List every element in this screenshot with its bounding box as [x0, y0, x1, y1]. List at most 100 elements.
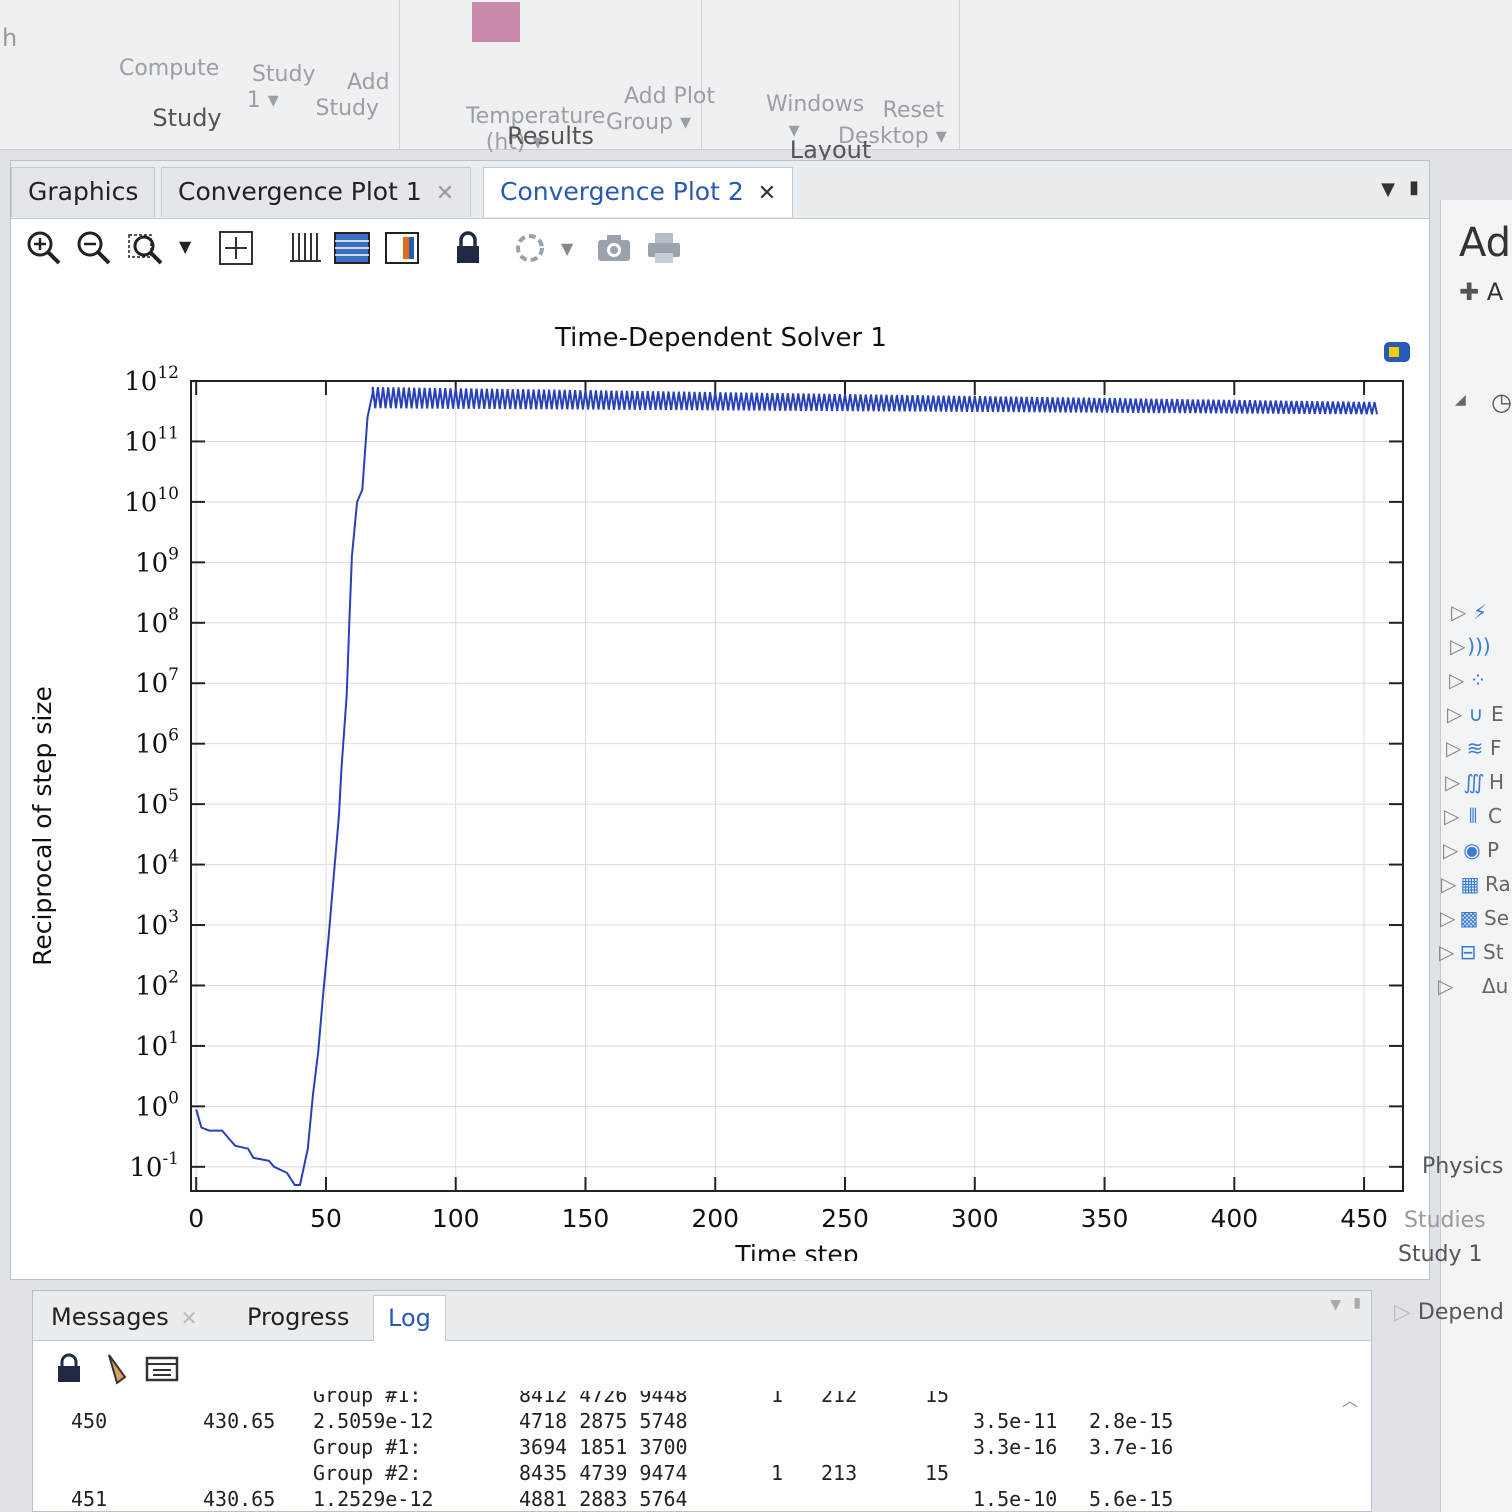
- print-icon[interactable]: [645, 229, 683, 267]
- add-physics-button[interactable]: ✚ A: [1459, 278, 1503, 306]
- pin-icon[interactable]: ▮: [1353, 1295, 1361, 1311]
- log-cell: 430.65: [203, 1487, 276, 1511]
- table-icon[interactable]: [333, 229, 371, 267]
- grid-icon[interactable]: [287, 229, 325, 267]
- side-item-particles[interactable]: ▷ ⁘: [1449, 668, 1512, 698]
- close-icon[interactable]: ✕: [436, 181, 454, 206]
- x-tick-label: 350: [1081, 1204, 1129, 1233]
- panel-menu-icon[interactable]: ▼: [1330, 1297, 1341, 1313]
- add-study-button[interactable]: Add Study: [305, 44, 390, 148]
- y-tick-label: 108: [135, 605, 179, 639]
- tab-messages[interactable]: Messages ✕: [37, 1295, 211, 1341]
- refresh-icon[interactable]: [511, 229, 549, 267]
- compute-button[interactable]: Compute: [77, 30, 219, 108]
- log-cell: 1.2529e-12: [313, 1487, 434, 1511]
- clear-icon[interactable]: [105, 1353, 133, 1385]
- zoom-in-icon[interactable]: [25, 229, 63, 267]
- log-cell: 4881 2883 5764: [519, 1487, 688, 1511]
- expand-icon[interactable]: ▷: [1438, 974, 1453, 998]
- ribbon-group-label-study: Study: [152, 104, 222, 132]
- zoom-box-icon[interactable]: [127, 229, 165, 267]
- log-row: 450 430.65 2.5059e-12 4718 2875 5748 3.5e-11…: [63, 1409, 1343, 1435]
- tab-log[interactable]: Log: [373, 1295, 446, 1341]
- side-item-optics[interactable]: ▷ ⦀ C: [1444, 804, 1512, 834]
- side-item-acoustics[interactable]: ▷))): [1450, 634, 1512, 664]
- y-tick-label: 109: [135, 544, 179, 578]
- side-item-label: F: [1490, 736, 1502, 760]
- tab-progress[interactable]: Progress: [233, 1295, 363, 1341]
- side-item-label: Se: [1484, 906, 1509, 930]
- acoustics-icon: ))): [1467, 634, 1491, 658]
- log-cell: 15: [925, 1461, 950, 1485]
- plot-toolbar: ▼ ▼: [11, 219, 1429, 277]
- side-item-semiconductor[interactable]: ▷ ▩ Se: [1440, 906, 1512, 936]
- close-icon[interactable]: ✕: [758, 181, 776, 206]
- pin-icon[interactable]: ▮: [1409, 177, 1419, 198]
- log-cell: Group #1:: [313, 1391, 422, 1407]
- flow-icon: ≋: [1466, 736, 1484, 760]
- expand-icon[interactable]: ▷: [1439, 940, 1454, 964]
- optics-icon: ⦀: [1468, 804, 1478, 828]
- expand-icon[interactable]: ▷: [1445, 770, 1460, 794]
- side-item-math[interactable]: ▷ Δu M: [1438, 974, 1510, 1004]
- expand-icon[interactable]: ▷: [1443, 838, 1458, 862]
- side-item-electric[interactable]: ▷ ⚡: [1451, 600, 1512, 630]
- camera-icon[interactable]: [595, 229, 633, 267]
- side-item-structure[interactable]: ▷ ⊟ St: [1439, 940, 1511, 970]
- panel-menu-icon[interactable]: ▼: [1381, 179, 1395, 200]
- dependent-item[interactable]: ▷ Depend: [1394, 1300, 1510, 1325]
- expand-icon[interactable]: ▷: [1440, 906, 1455, 930]
- expand-icon[interactable]: ▷: [1450, 634, 1465, 658]
- log-tab-bar: Messages ✕ Progress Log ▼ ▮: [33, 1291, 1371, 1341]
- convergence-chart[interactable]: 1012 1011 1010 109 108 107 106 105 104 103 102 101 1…: [11, 361, 1431, 1261]
- side-item-label: E: [1491, 702, 1504, 726]
- log-cell: 1.5e-10: [973, 1487, 1058, 1511]
- series-line: [195, 386, 1378, 1186]
- expand-icon[interactable]: ▷: [1451, 600, 1466, 624]
- side-item-label: C: [1488, 804, 1502, 828]
- log-cell: 3694 1851 3700: [519, 1435, 688, 1459]
- dropdown-icon[interactable]: ▼: [179, 237, 191, 256]
- x-tick-label: 50: [310, 1204, 342, 1233]
- lock-icon[interactable]: [55, 1353, 83, 1383]
- expand-icon[interactable]: ▷: [1449, 668, 1464, 692]
- physics-interfaces-label: Physics in: [1422, 1154, 1512, 1179]
- y-tick-label: 107: [135, 665, 179, 699]
- y-tick-label: 101: [135, 1028, 179, 1062]
- zoom-out-icon[interactable]: [75, 229, 113, 267]
- ribbon-toolbar: h Compute Study 1 ▾ Add Study Study Temp…: [0, 0, 1512, 164]
- plot-frame: [190, 380, 1404, 1192]
- tab-graphics[interactable]: Graphics: [11, 167, 156, 217]
- study-1-item[interactable]: Study 1: [1398, 1242, 1512, 1267]
- side-item-label: Δu M: [1482, 974, 1510, 998]
- y-tick-label: 100: [135, 1088, 179, 1122]
- plasma-icon: ◉: [1463, 838, 1481, 862]
- x-axis-label: Time step: [734, 1240, 858, 1261]
- side-item-plasma[interactable]: ▷ ◉ P: [1443, 838, 1512, 868]
- ribbon-group-results: Temperature (ht) ▾ Add Plot Group ▾ Resu…: [400, 0, 715, 155]
- expand-icon[interactable]: ▷: [1441, 872, 1456, 896]
- side-item-radio[interactable]: ▷ ▦ Ra: [1441, 872, 1512, 902]
- side-item-flow[interactable]: ▷ ≋ F: [1446, 736, 1512, 766]
- close-icon[interactable]: ✕: [181, 1306, 198, 1330]
- y-tick-label: 103: [135, 907, 179, 941]
- expand-icon[interactable]: ▷: [1446, 736, 1461, 760]
- collapse-icon[interactable]: ◢: [1455, 392, 1466, 408]
- side-item-magnet[interactable]: ▷ ∪ E: [1447, 702, 1512, 732]
- radio-icon: ▦: [1460, 872, 1480, 896]
- zoom-extents-icon[interactable]: [217, 229, 255, 267]
- tab-convergence-plot-1[interactable]: Convergence Plot 1 ✕: [161, 167, 472, 217]
- y-tick-label: 1011: [124, 423, 179, 457]
- expand-icon[interactable]: ▷: [1444, 804, 1459, 828]
- expand-icon[interactable]: ▷: [1447, 702, 1462, 726]
- dropdown-icon[interactable]: ▼: [561, 239, 573, 258]
- log-window-icon[interactable]: [145, 1355, 181, 1383]
- lock-icon[interactable]: [449, 229, 487, 267]
- legend-icon[interactable]: [383, 229, 421, 267]
- log-cell: 4718 2875 5748: [519, 1409, 688, 1433]
- side-item-heat[interactable]: ▷ ∭ H: [1445, 770, 1512, 800]
- log-cell: 1: [771, 1391, 784, 1407]
- clock-icon[interactable]: ◷: [1491, 388, 1512, 416]
- tab-convergence-plot-2[interactable]: Convergence Plot 2 ✕: [483, 167, 794, 217]
- y-axis: 1012 1011 1010 109 108 107 106 105 104 103 102 101 1…: [124, 363, 1403, 1183]
